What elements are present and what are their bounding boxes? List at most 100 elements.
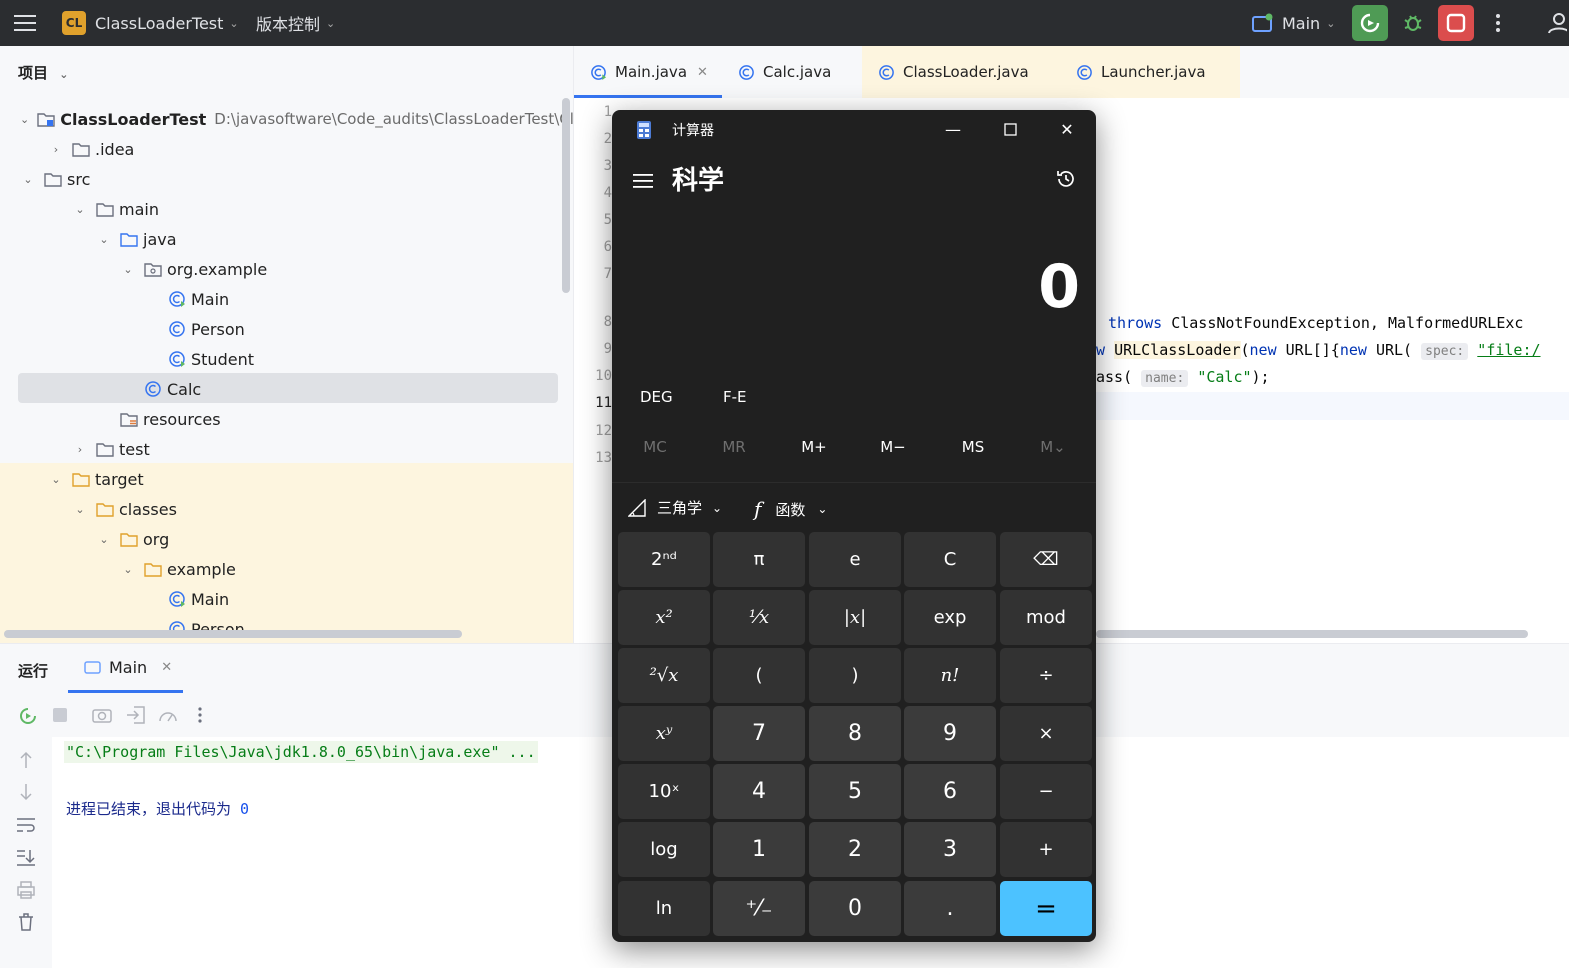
digit-0-button[interactable]: 0 — [809, 881, 901, 936]
memory-recall-button[interactable]: MR — [694, 438, 774, 456]
sqrt-button[interactable]: ²√x — [618, 648, 710, 703]
memory-list-button[interactable]: M⌄ — [1013, 438, 1093, 456]
chevron-down-icon[interactable]: ⌄ — [120, 263, 136, 276]
tree-item-main[interactable]: ⌄ main — [0, 194, 632, 224]
project-tree-scrollbar[interactable] — [562, 98, 570, 293]
square-button[interactable]: x² — [618, 590, 710, 645]
close-paren-button[interactable]: ) — [809, 648, 901, 703]
digit-7-button[interactable]: 7 — [713, 706, 805, 761]
pi-button[interactable]: π — [713, 532, 805, 587]
chevron-down-icon[interactable]: ⌄ — [48, 473, 64, 486]
debug-button[interactable] — [1395, 5, 1431, 41]
tree-item-classes[interactable]: ⌄ classes — [0, 494, 632, 524]
digit-3-button[interactable]: 3 — [904, 822, 996, 877]
trash-icon[interactable] — [18, 913, 34, 931]
account-button[interactable] — [1545, 5, 1569, 41]
minimize-button[interactable]: — — [925, 110, 981, 148]
power-button[interactable]: xʸ — [618, 706, 710, 761]
project-switcher[interactable]: CL ClassLoaderTest ⌄ — [62, 0, 239, 46]
project-tree-horizontal-scrollbar[interactable] — [4, 630, 462, 638]
tree-item-org[interactable]: ⌄ org — [0, 524, 656, 554]
second-button[interactable]: 2ⁿᵈ — [618, 532, 710, 587]
digit-5-button[interactable]: 5 — [809, 764, 901, 819]
editor-horizontal-scrollbar[interactable] — [1096, 630, 1528, 638]
speedometer-icon[interactable] — [158, 706, 178, 724]
login-icon[interactable] — [126, 706, 146, 724]
minus-button[interactable]: − — [1000, 764, 1092, 819]
stop-icon[interactable] — [52, 707, 68, 723]
ten-power-button[interactable]: 10ˣ — [618, 764, 710, 819]
camera-icon[interactable] — [92, 706, 112, 724]
tree-item-resources[interactable]: resources — [0, 404, 656, 434]
hamburger-icon[interactable] — [633, 173, 653, 189]
e-button[interactable]: e — [809, 532, 901, 587]
abs-button[interactable]: |x| — [809, 590, 901, 645]
fe-toggle[interactable]: F-E — [723, 388, 747, 406]
scroll-to-end-icon[interactable] — [16, 849, 36, 867]
tab-classloader-java[interactable]: ClassLoader.java — [878, 46, 1029, 98]
tab-launcher-java[interactable]: Launcher.java — [1076, 46, 1206, 98]
exp-button[interactable]: exp — [904, 590, 996, 645]
soft-wrap-icon[interactable] — [16, 817, 36, 833]
mod-button[interactable]: mod — [1000, 590, 1092, 645]
maximize-button[interactable] — [982, 110, 1038, 148]
more-button[interactable] — [1480, 5, 1516, 41]
tab-calc-java[interactable]: Calc.java — [738, 46, 831, 98]
stop-button[interactable] — [1438, 5, 1474, 41]
log-button[interactable]: log — [618, 822, 710, 877]
tree-item-java[interactable]: ⌄ java — [0, 224, 656, 254]
digit-2-button[interactable]: 2 — [809, 822, 901, 877]
clear-button[interactable]: C — [904, 532, 996, 587]
digit-4-button[interactable]: 4 — [713, 764, 805, 819]
chevron-down-icon[interactable]: ⌄ — [20, 173, 36, 186]
chevron-down-icon[interactable]: ⌄ — [72, 203, 88, 216]
memory-clear-button[interactable]: MC — [615, 438, 695, 456]
chevron-right-icon[interactable]: › — [72, 443, 88, 456]
rerun-icon[interactable] — [18, 706, 38, 726]
equals-button[interactable]: = — [1000, 881, 1092, 936]
tree-item-target[interactable]: ⌄ target — [0, 464, 608, 494]
trigonometry-dropdown[interactable]: 三角学 ⌄ — [628, 497, 722, 518]
vcs-menu[interactable]: 版本控制 ⌄ — [256, 0, 335, 46]
reciprocal-button[interactable]: ¹⁄x — [713, 590, 805, 645]
chevron-down-icon[interactable]: ⌄ — [120, 563, 136, 576]
chevron-down-icon[interactable]: ⌄ — [96, 533, 112, 546]
arrow-up-icon[interactable] — [18, 751, 34, 769]
negate-button[interactable]: ⁺⁄₋ — [713, 881, 805, 936]
history-icon[interactable] — [1055, 168, 1077, 190]
backspace-button[interactable]: ⌫ — [1000, 532, 1092, 587]
factorial-button[interactable]: n! — [904, 648, 996, 703]
multiply-button[interactable]: × — [1000, 706, 1092, 761]
ln-button[interactable]: ln — [618, 881, 710, 936]
plus-button[interactable]: + — [1000, 822, 1092, 877]
rerun-button[interactable] — [1352, 5, 1388, 41]
open-paren-button[interactable]: ( — [713, 648, 805, 703]
digit-1-button[interactable]: 1 — [713, 822, 805, 877]
close-window-button[interactable]: ✕ — [1039, 110, 1095, 148]
run-config-selector[interactable]: Main ⌄ — [1252, 0, 1335, 46]
print-icon[interactable] — [17, 881, 35, 899]
chevron-down-icon[interactable]: ⌄ — [72, 503, 88, 516]
digit-8-button[interactable]: 8 — [809, 706, 901, 761]
function-dropdown[interactable]: f 函数 ⌄ — [754, 497, 827, 521]
tree-item-src[interactable]: ⌄ src — [0, 164, 580, 194]
run-tab-main[interactable]: Main ✕ — [84, 658, 172, 677]
close-icon[interactable]: ✕ — [161, 660, 172, 675]
digit-9-button[interactable]: 9 — [904, 706, 996, 761]
memory-add-button[interactable]: M+ — [774, 438, 854, 456]
deg-toggle[interactable]: DEG — [640, 388, 673, 406]
chevron-down-icon[interactable]: ⌄ — [96, 233, 112, 246]
project-panel-header[interactable]: 项目 ⌄ — [18, 62, 68, 83]
tab-main-java[interactable]: Main.java ✕ — [590, 46, 708, 98]
main-menu-button[interactable] — [14, 0, 36, 46]
tree-item-test[interactable]: › test — [0, 434, 632, 464]
memory-store-button[interactable]: MS — [933, 438, 1013, 456]
close-icon[interactable]: ✕ — [697, 65, 708, 80]
divide-button[interactable]: ÷ — [1000, 648, 1092, 703]
tree-item--idea[interactable]: › .idea — [0, 134, 608, 164]
memory-subtract-button[interactable]: M− — [853, 438, 933, 456]
chevron-right-icon[interactable]: › — [48, 143, 64, 156]
digit-6-button[interactable]: 6 — [904, 764, 996, 819]
decimal-button[interactable]: . — [904, 881, 996, 936]
more-vertical-icon[interactable] — [197, 706, 203, 724]
